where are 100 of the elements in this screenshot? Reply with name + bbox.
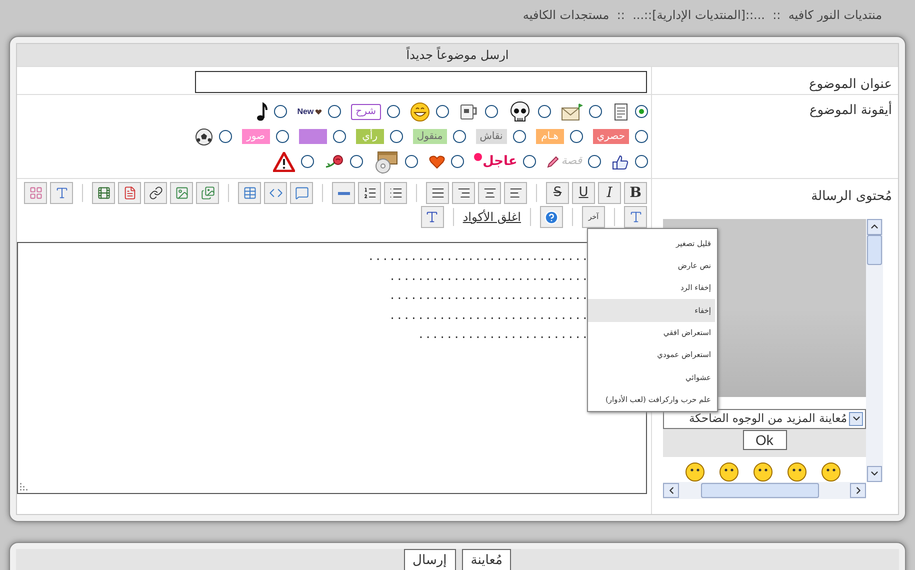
- radio-button[interactable]: [635, 105, 648, 118]
- submit-button[interactable]: إرسال: [404, 549, 456, 570]
- radio-button[interactable]: [436, 105, 449, 118]
- radio-button[interactable]: [218, 130, 232, 143]
- scrollbar-thumb[interactable]: [701, 482, 819, 498]
- radio-button[interactable]: [300, 155, 314, 168]
- radio-button[interactable]: [332, 130, 346, 143]
- scrollbar-thumb[interactable]: [867, 234, 882, 264]
- radio-button[interactable]: [404, 155, 418, 168]
- vertical-scrollbar[interactable]: [866, 218, 883, 482]
- bullet-list-button[interactable]: [384, 182, 407, 204]
- box-with-disc-icon: [372, 150, 399, 174]
- preview-button[interactable]: مُعاينة: [462, 549, 512, 570]
- field-label: عنوان الموضوع: [808, 77, 892, 92]
- format-button[interactable]: B: [624, 182, 647, 204]
- grinning-face-icon: [410, 102, 430, 122]
- format-button[interactable]: S: [546, 182, 569, 204]
- help-button[interactable]: [540, 206, 563, 228]
- numbered-list-icon: [362, 186, 376, 200]
- label-tag: شرح: [350, 104, 381, 120]
- font-icon: [628, 210, 642, 224]
- radio-button[interactable]: [452, 130, 466, 143]
- skull-icon: [508, 100, 532, 124]
- radio-button[interactable]: [635, 130, 648, 143]
- radio-button[interactable]: [523, 155, 536, 168]
- align-right-icon: [456, 186, 470, 200]
- label-tag: صور: [242, 129, 270, 144]
- radio-button[interactable]: [512, 130, 526, 143]
- code-icon: [268, 186, 282, 200]
- code-button[interactable]: [264, 182, 287, 204]
- radio-button[interactable]: [538, 105, 551, 118]
- label-tag: نقاش: [476, 129, 507, 144]
- radio-button[interactable]: [635, 155, 648, 168]
- horizontal-scrollbar[interactable]: [663, 482, 866, 498]
- heart-icon: [314, 108, 322, 114]
- images-button[interactable]: [196, 182, 219, 204]
- align-left-button[interactable]: [504, 182, 527, 204]
- align-right-button[interactable]: [452, 182, 475, 204]
- story-label: قصة: [561, 153, 582, 170]
- video-button[interactable]: [92, 182, 115, 204]
- align-center-button[interactable]: [478, 182, 501, 204]
- label-tag: رأي: [356, 129, 384, 144]
- align-center-icon: [482, 186, 496, 200]
- color-grid-icon: [28, 186, 42, 200]
- radio-button[interactable]: [485, 105, 498, 118]
- radio-button[interactable]: [589, 105, 602, 118]
- remove-format-button[interactable]: [420, 206, 444, 228]
- document-icon: [613, 102, 629, 120]
- resize-grip-icon: [19, 482, 29, 492]
- link-button[interactable]: [144, 182, 167, 204]
- label-tag: هـام: [536, 129, 564, 144]
- justify-icon: [430, 186, 444, 200]
- ok-button[interactable]: Ok: [742, 430, 786, 450]
- film-icon: [96, 186, 110, 200]
- close-tags-link[interactable]: اغلق الأكواد: [462, 208, 521, 226]
- radio-button[interactable]: [350, 155, 363, 168]
- field-label: مُحتوى الرسالة: [810, 188, 893, 206]
- radio-button[interactable]: [450, 155, 464, 168]
- table-button[interactable]: [238, 182, 261, 204]
- smilies-select[interactable]: مُعاينة المزيد من الوجوه الضاحكة: [663, 408, 866, 428]
- thumbs-up-icon: [611, 154, 629, 170]
- subject-field[interactable]: [195, 71, 647, 93]
- flash-button[interactable]: [118, 182, 141, 204]
- breadcrumb: منتديات النور كافيه :: ...::[المنتديات الإدارية]::... :: مستجدات الكافيه: [522, 7, 882, 24]
- label-tag: حصري: [592, 129, 629, 144]
- table-icon: [242, 186, 256, 200]
- font-size-icon: [425, 210, 440, 224]
- color-button[interactable]: [24, 182, 47, 204]
- format-button[interactable]: I: [598, 182, 621, 204]
- smiley-icon: [719, 462, 739, 482]
- numbered-list-button[interactable]: [358, 182, 381, 204]
- image-button[interactable]: [170, 182, 193, 204]
- smiley-icon: [685, 462, 705, 482]
- font-icon: [54, 186, 68, 200]
- speech-bubble-icon: [294, 186, 308, 200]
- smiley-icon: [821, 462, 841, 482]
- link-icon: [148, 186, 162, 200]
- font-style-button[interactable]: [624, 206, 647, 228]
- radio-button[interactable]: [274, 105, 288, 118]
- radio-button[interactable]: [328, 105, 341, 118]
- dot-icon: [474, 152, 482, 160]
- radio-button[interactable]: [570, 130, 583, 143]
- urgent-label: عاجل: [482, 152, 518, 170]
- warning-icon: [272, 152, 295, 172]
- radio-button[interactable]: [276, 130, 289, 143]
- font-button[interactable]: [50, 182, 73, 204]
- quote-button[interactable]: [290, 182, 313, 204]
- format-button[interactable]: U: [572, 182, 595, 204]
- radio-button[interactable]: [387, 105, 400, 118]
- images-icon: [200, 186, 214, 200]
- smiley-icon: [787, 462, 807, 482]
- rose-icon: [324, 154, 344, 170]
- image-icon: [174, 186, 188, 200]
- label-tag: منقول: [412, 129, 447, 144]
- radio-button[interactable]: [390, 130, 403, 143]
- radio-button[interactable]: [588, 155, 601, 168]
- horizontal-rule-button[interactable]: [332, 182, 355, 204]
- new-label: New: [297, 106, 314, 118]
- justify-button[interactable]: [426, 182, 449, 204]
- music-note-icon: [256, 102, 268, 122]
